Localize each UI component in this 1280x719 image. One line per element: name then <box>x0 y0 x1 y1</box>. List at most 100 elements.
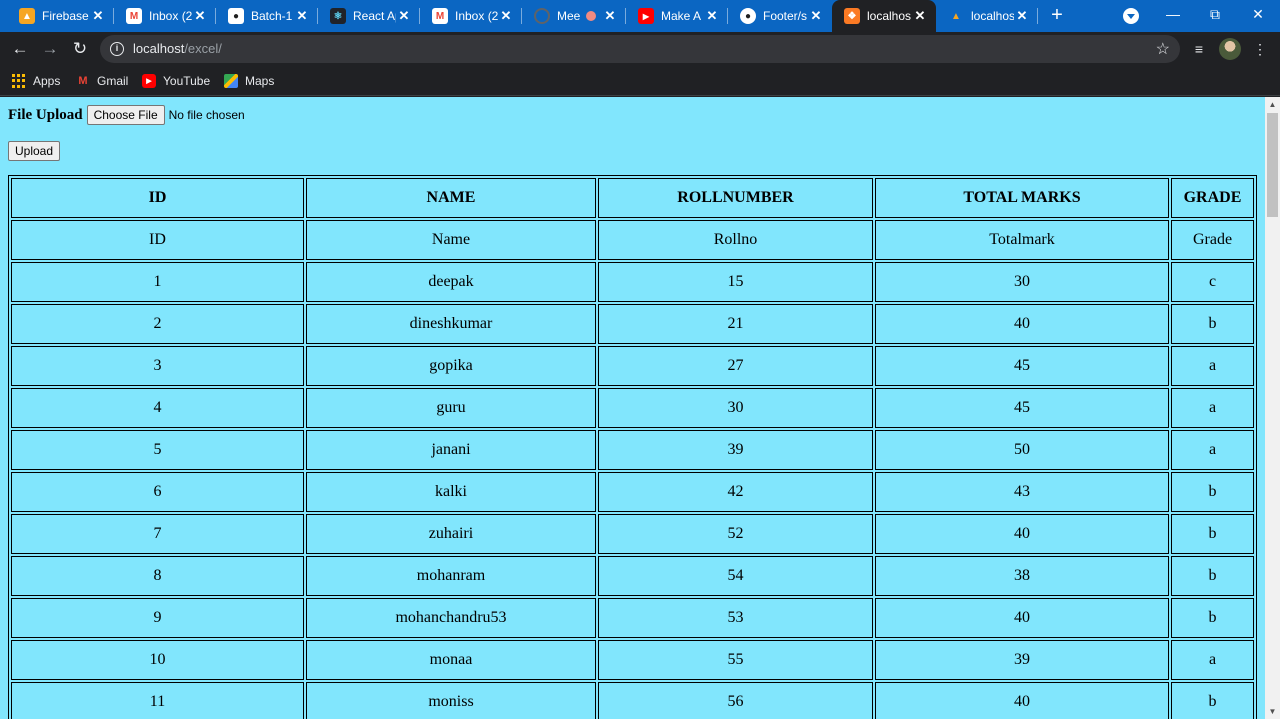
cell-grade: b <box>1171 472 1254 512</box>
restore-icon[interactable]: ⧉ <box>1192 0 1238 30</box>
account-icon: ● <box>228 8 244 24</box>
media-control-icon[interactable]: ≡ <box>1188 38 1210 60</box>
tab-title: Firebase <box>42 9 89 23</box>
browser-tab[interactable]: ⚛ React Ap ✕ <box>318 0 420 32</box>
close-tab-icon[interactable]: ✕ <box>90 8 106 24</box>
browser-tab[interactable]: M Inbox (2 ✕ <box>420 0 522 32</box>
new-tab-button[interactable]: + <box>1045 4 1069 28</box>
close-tab-icon[interactable]: ✕ <box>498 8 514 24</box>
forward-icon[interactable]: → <box>38 37 62 61</box>
table-row: 6 kalki 42 43 b <box>11 472 1254 512</box>
cell-id: 10 <box>11 640 304 680</box>
browser-tab[interactable]: ● Batch-1 ✕ <box>216 0 318 32</box>
cell-totalmark: 45 <box>875 388 1169 428</box>
cell-grade: Grade <box>1171 220 1254 260</box>
browser-tab[interactable]: ▲ Firebase ✕ <box>7 0 114 32</box>
cell-name: zuhairi <box>306 514 596 554</box>
cell-rollno: 21 <box>598 304 873 344</box>
table-row: 8 mohanram 54 38 b <box>11 556 1254 596</box>
url-text[interactable]: localhost/excel/ <box>133 41 222 56</box>
page-scrollbar[interactable]: ▲ ▼ <box>1265 97 1280 719</box>
tab-search-icon[interactable] <box>1123 8 1139 24</box>
tab-title: Batch-1 <box>251 9 293 23</box>
scroll-up-icon[interactable]: ▲ <box>1265 97 1280 112</box>
bookmark-youtube[interactable]: ▶ YouTube <box>142 71 210 91</box>
browser-tab[interactable]: ▶ Make A ✕ <box>626 0 728 32</box>
react-icon: ⚛ <box>330 8 346 24</box>
bookmark-apps[interactable]: Apps <box>12 71 60 91</box>
cell-grade: a <box>1171 388 1254 428</box>
table-row: 11 moniss 56 40 b <box>11 682 1254 719</box>
cell-rollno: Rollno <box>598 220 873 260</box>
cell-totalmark: 30 <box>875 262 1169 302</box>
cell-totalmark: 40 <box>875 304 1169 344</box>
close-tab-icon[interactable]: ✕ <box>294 8 310 24</box>
close-tab-icon[interactable]: ✕ <box>912 8 928 24</box>
site-info-icon[interactable]: i <box>110 42 124 56</box>
close-tab-icon[interactable]: ✕ <box>396 8 412 24</box>
bookmark-label: Apps <box>33 74 61 88</box>
close-tab-icon[interactable]: ✕ <box>704 8 720 24</box>
table-header-row: ID NAME ROLLNUMBER TOTAL MARKS GRADE <box>11 178 1254 218</box>
url-host: localhost <box>133 41 185 56</box>
browser-tab[interactable]: M Inbox (2 ✕ <box>114 0 216 32</box>
cell-totalmark: 40 <box>875 682 1169 719</box>
table-row: 4 guru 30 45 a <box>11 388 1254 428</box>
avatar[interactable] <box>1219 38 1241 60</box>
header-rollnumber: ROLLNUMBER <box>598 178 873 218</box>
url-path: /excel/ <box>184 41 222 56</box>
bookmark-label: Gmail <box>97 74 129 88</box>
browser-tab[interactable]: ▲ localhos ✕ <box>936 0 1038 32</box>
table-row: 1 deepak 15 30 c <box>11 262 1254 302</box>
choose-file-button[interactable]: Choose File <box>86 105 165 125</box>
close-tab-icon[interactable]: ✕ <box>1014 8 1030 24</box>
cell-name: dineshkumar <box>306 304 596 344</box>
bookmark-maps[interactable]: Maps <box>224 71 274 91</box>
scroll-down-icon[interactable]: ▼ <box>1265 704 1280 719</box>
tab-title: localhos <box>867 9 912 23</box>
bookmark-gmail[interactable]: M Gmail <box>76 71 128 91</box>
table-header: ID NAME ROLLNUMBER TOTAL MARKS GRADE <box>11 178 1254 218</box>
cell-grade: b <box>1171 514 1254 554</box>
file-status-text: No file chosen <box>168 108 245 122</box>
reload-icon[interactable]: ↻ <box>68 37 92 61</box>
students-table: ID NAME ROLLNUMBER TOTAL MARKS GRADE ID … <box>8 175 1257 719</box>
cell-rollno: 52 <box>598 514 873 554</box>
address-bar[interactable]: i localhost/excel/ ☆ <box>100 35 1180 63</box>
firebase-icon: ▲ <box>19 8 35 24</box>
browser-tab[interactable]: Mee ✕ <box>522 0 626 32</box>
browser-tab-active[interactable]: ❖ localhos ✕ <box>832 0 936 32</box>
menu-dots-icon[interactable]: ⋮ <box>1249 38 1271 60</box>
bookmark-star-icon[interactable]: ☆ <box>1156 39 1170 59</box>
tab-title: Footer/s <box>763 9 808 23</box>
table-row: 9 mohanchandru53 53 40 b <box>11 598 1254 638</box>
cell-name: kalki <box>306 472 596 512</box>
youtube-icon: ▶ <box>638 8 654 24</box>
table-body: ID Name Rollno Totalmark Grade 1 deepak … <box>11 220 1254 719</box>
back-icon[interactable]: ← <box>8 37 32 61</box>
close-tab-icon[interactable]: ✕ <box>808 8 824 24</box>
scrollbar-thumb[interactable] <box>1267 113 1278 217</box>
close-tab-icon[interactable]: ✕ <box>602 8 618 24</box>
cell-totalmark: 39 <box>875 640 1169 680</box>
cell-id: 7 <box>11 514 304 554</box>
tab-title: Make A <box>661 9 702 23</box>
cell-name: monaa <box>306 640 596 680</box>
cell-id: 9 <box>11 598 304 638</box>
cell-rollno: 56 <box>598 682 873 719</box>
upload-button[interactable]: Upload <box>8 141 61 161</box>
browser-tab[interactable]: ● Footer/s ✕ <box>728 0 832 32</box>
minimize-icon[interactable]: — <box>1150 0 1196 30</box>
close-tab-icon[interactable]: ✕ <box>192 8 208 24</box>
cell-name: mohanchandru53 <box>306 598 596 638</box>
close-window-icon[interactable]: ✕ <box>1235 0 1280 30</box>
cell-id: 3 <box>11 346 304 386</box>
header-id: ID <box>11 178 304 218</box>
table-row: 3 gopika 27 45 a <box>11 346 1254 386</box>
bookmarks-bar: Apps M Gmail ▶ YouTube Maps <box>0 66 1280 96</box>
tab-title: Inbox (2 <box>455 9 498 23</box>
cell-id: 6 <box>11 472 304 512</box>
cell-name: deepak <box>306 262 596 302</box>
xampp-icon: ❖ <box>844 8 860 24</box>
cell-grade: a <box>1171 640 1254 680</box>
